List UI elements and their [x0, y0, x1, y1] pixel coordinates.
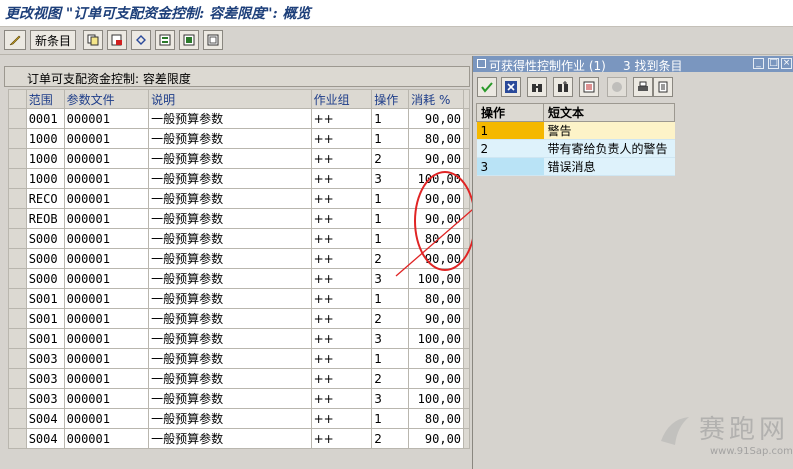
watermark-url: www.91Sap.com — [710, 446, 793, 457]
popup-list-item[interactable]: 1 警告 — [476, 121, 675, 140]
popup-column-short-text[interactable]: 短文本 — [543, 103, 675, 122]
confirm-button[interactable] — [477, 77, 497, 97]
find-next-button[interactable] — [553, 77, 573, 97]
popup-column-action[interactable]: 操作 — [476, 103, 544, 122]
popup-title: 可获得性控制作业 (1) — [489, 59, 606, 73]
popup-header-row: 操作 短文本 — [476, 103, 675, 122]
info-button[interactable] — [607, 77, 627, 97]
window-icon — [477, 59, 486, 68]
popup-list-item[interactable]: 2 带有寄给负责人的警告 — [476, 139, 675, 158]
sort-icon — [583, 81, 595, 93]
binoculars-plus-icon — [558, 81, 568, 92]
popup-cell-action[interactable]: 1 — [476, 121, 544, 140]
cancel-icon — [505, 81, 517, 93]
popup-cell-action[interactable]: 2 — [476, 139, 544, 158]
binoculars-icon — [532, 84, 542, 92]
cancel-button[interactable] — [501, 77, 521, 97]
maximize-icon[interactable]: □ — [768, 58, 779, 69]
popup-entry-count: 3 找到条目 — [623, 59, 683, 73]
checkmark-icon — [481, 82, 493, 93]
minimize-icon[interactable]: _ — [753, 58, 764, 69]
possible-values-table: 操作 短文本 1 警告 2 带有寄给负责人的警告 3 错误消息 — [476, 103, 675, 176]
popup-cell-short-text[interactable]: 带有寄给负责人的警告 — [543, 139, 675, 158]
popup-title-bar: 可获得性控制作业 (1) 3 找到条目 _ □ × — [473, 56, 793, 73]
sort-button[interactable] — [579, 77, 599, 97]
clipboard-button[interactable] — [653, 77, 673, 97]
close-icon[interactable]: × — [781, 58, 792, 69]
popup-cell-short-text[interactable]: 错误消息 — [543, 157, 675, 176]
popup-cell-short-text[interactable]: 警告 — [543, 121, 675, 140]
watermark-brand: 赛跑网 — [699, 415, 790, 445]
watermark: 赛跑网 www.91Sap.com — [655, 407, 793, 467]
watermark-logo-icon — [661, 417, 689, 445]
clipboard-icon — [658, 81, 668, 93]
print-button[interactable] — [633, 77, 653, 97]
popup-toolbar — [473, 74, 793, 100]
popup-list-item[interactable]: 3 错误消息 — [476, 157, 675, 176]
printer-icon — [638, 81, 648, 91]
popup-cell-action[interactable]: 3 — [476, 157, 544, 176]
info-icon — [612, 82, 622, 92]
find-button[interactable] — [527, 77, 547, 97]
